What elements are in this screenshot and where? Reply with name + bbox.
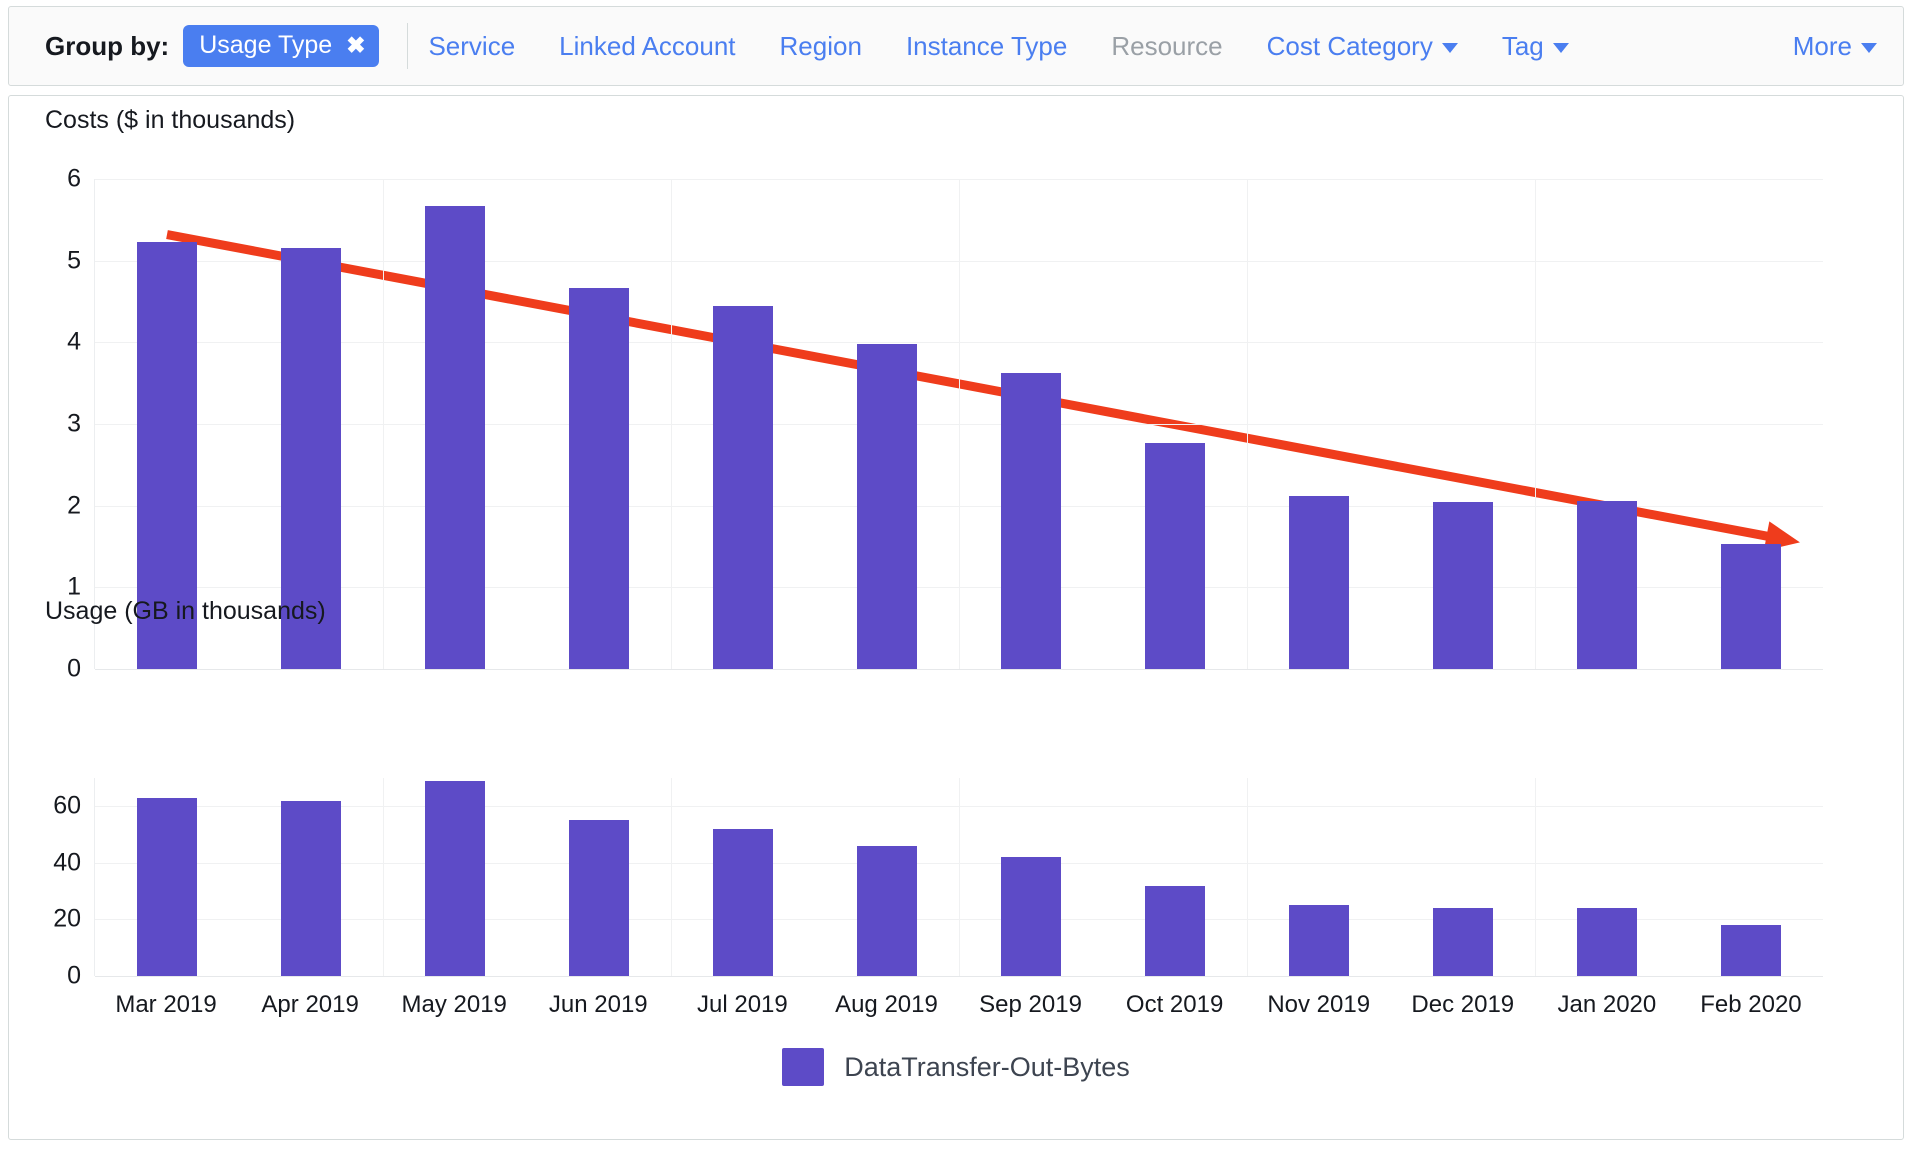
gridline-vertical	[670, 778, 672, 976]
group-by-chip-usage-type[interactable]: Usage Type ✖	[183, 25, 380, 67]
bar[interactable]	[1576, 908, 1638, 976]
y-axis-tick-label: 5	[67, 246, 81, 275]
bar[interactable]	[136, 797, 198, 976]
chevron-down-icon	[1441, 43, 1458, 53]
bar[interactable]	[424, 780, 486, 976]
x-axis-tick-label: Jun 2019	[548, 991, 648, 1018]
y-axis-tick-label: 2	[67, 491, 81, 520]
bar[interactable]	[568, 288, 630, 669]
gridline-vertical	[1535, 778, 1536, 976]
chart-legend: DataTransfer-Out-Bytes	[9, 1048, 1903, 1086]
link-label: Cost Category	[1266, 30, 1433, 61]
y-axis-tick-label: 3	[67, 409, 81, 438]
group-by-link-region[interactable]: Region	[780, 31, 862, 62]
bar[interactable]	[1432, 908, 1494, 976]
y-axis-tick-label: 4	[67, 327, 81, 356]
bar[interactable]	[712, 305, 774, 669]
legend-item-label[interactable]: DataTransfer-Out-Bytes	[844, 1052, 1130, 1083]
group-by-link-tag[interactable]: Tag	[1502, 31, 1569, 62]
gridline-vertical	[1246, 179, 1248, 669]
gridline-vertical	[382, 179, 384, 669]
group-by-link-linked-account[interactable]: Linked Account	[559, 31, 735, 62]
bar[interactable]	[1288, 495, 1350, 669]
group-by-label: Group by:	[45, 30, 170, 61]
link-label: Resource	[1111, 30, 1223, 61]
bar[interactable]	[1720, 925, 1782, 976]
close-icon[interactable]: ✖	[346, 34, 365, 57]
bar[interactable]	[424, 205, 486, 669]
link-label: Instance Type	[905, 30, 1068, 61]
toolbar-divider	[407, 23, 409, 69]
bar[interactable]	[280, 800, 342, 976]
x-axis-tick-label: Feb 2020	[1700, 991, 1802, 1018]
x-axis-tick-label: Nov 2019	[1267, 991, 1371, 1018]
chevron-down-icon	[1552, 43, 1569, 53]
gridline-vertical	[959, 778, 960, 976]
group-by-link-resource: Resource	[1111, 31, 1222, 62]
x-axis-tick-label: May 2019	[401, 991, 507, 1018]
gridline-vertical	[1246, 778, 1248, 976]
bar[interactable]	[1144, 442, 1206, 669]
y-axis-tick-label: 60	[53, 791, 81, 820]
bar[interactable]	[1720, 544, 1782, 669]
link-label: Service	[428, 30, 516, 61]
costs-plot-area: 0123456	[67, 165, 1823, 683]
x-axis-tick-label: Jan 2020	[1557, 991, 1657, 1018]
link-label: Tag	[1501, 30, 1544, 61]
bar[interactable]	[1288, 905, 1350, 976]
legend-swatch	[782, 1048, 825, 1086]
group-by-link-instance-type[interactable]: Instance Type	[906, 31, 1067, 62]
chip-label: Usage Type	[199, 31, 333, 59]
usage-chart-title: Usage (GB in thousands)	[45, 597, 326, 625]
bar[interactable]	[1000, 857, 1062, 976]
x-axis-tick-label: Oct 2019	[1125, 991, 1224, 1018]
gridline-vertical	[1535, 179, 1536, 669]
bar[interactable]	[856, 343, 918, 669]
link-label: Linked Account	[559, 30, 736, 61]
y-axis-tick-label: 0	[67, 961, 81, 990]
link-label: Region	[779, 30, 862, 61]
gridline	[95, 976, 1823, 977]
y-axis-tick-label: 20	[53, 904, 81, 933]
gridline	[95, 669, 1823, 670]
y-axis-tick-label: 40	[53, 848, 81, 877]
bar[interactable]	[1432, 502, 1494, 669]
group-by-link-cost-category[interactable]: Cost Category	[1267, 31, 1458, 62]
costs-chart-title: Costs ($ in thousands)	[45, 106, 296, 134]
y-axis-tick-label: 0	[67, 654, 81, 683]
bar[interactable]	[568, 820, 630, 976]
x-axis-tick-label: Mar 2019	[115, 991, 217, 1018]
chevron-down-icon	[1861, 43, 1877, 53]
group-by-more-button[interactable]: More	[1793, 31, 1877, 62]
bar[interactable]	[1144, 885, 1206, 976]
x-axis-tick-label: Aug 2019	[835, 991, 938, 1018]
bar[interactable]	[1576, 500, 1638, 669]
x-axis-tick-label: Dec 2019	[1411, 991, 1515, 1018]
gridline-vertical	[670, 179, 672, 669]
more-label: More	[1792, 30, 1852, 61]
x-axis-labels: Mar 2019 Apr 2019 May 2019 Jun 2019 Jul 2019…	[94, 991, 1823, 1027]
x-axis-tick-label: Jul 2019	[697, 991, 788, 1018]
group-by-toolbar: Group by: Usage Type ✖ Service Linked Ac…	[8, 6, 1904, 86]
bar[interactable]	[712, 828, 774, 976]
gridline-vertical	[382, 778, 384, 976]
x-axis-tick-label: Apr 2019	[261, 991, 359, 1018]
gridline-vertical	[959, 179, 960, 669]
usage-plot-area: 0 20 40 60	[53, 778, 1823, 990]
bar[interactable]	[1000, 373, 1062, 669]
x-axis-tick-label: Sep 2019	[979, 991, 1082, 1018]
group-by-link-service[interactable]: Service	[428, 31, 515, 62]
y-axis-tick-label: 6	[67, 164, 81, 193]
bar[interactable]	[856, 845, 918, 976]
cost-explorer-chart-card: Costs ($ in thousands) 0123456 Usage (GB…	[8, 95, 1904, 1140]
